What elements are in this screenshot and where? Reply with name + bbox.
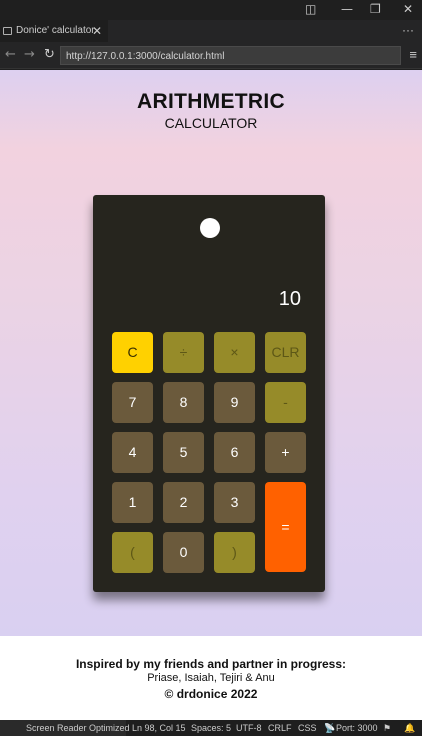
eight-button[interactable]: 8: [163, 382, 204, 423]
url-input[interactable]: http://127.0.0.1:3000/calculator.html: [60, 46, 401, 65]
screen-reader-status[interactable]: Screen Reader Optimized: [0, 720, 130, 736]
left-paren-button[interactable]: (: [112, 532, 153, 573]
port-status[interactable]: Port: 3000: [336, 720, 378, 736]
status-bar: Screen Reader Optimized Ln 98, Col 15 Sp…: [0, 720, 422, 736]
tab-close-icon[interactable]: ✕: [92, 20, 102, 42]
footer-inspired-text: Inspired by my friends and partner in pr…: [75, 657, 347, 671]
multiply-button[interactable]: ×: [214, 332, 255, 373]
eol-status[interactable]: CRLF: [268, 720, 292, 736]
indent-status[interactable]: Spaces: 5: [191, 720, 231, 736]
calculator: 10 C ÷ × CLR 7 8 9 - 4 5 6 + 1 2 3 = ( 0…: [93, 195, 325, 592]
encoding-status[interactable]: UTF-8: [236, 720, 262, 736]
equals-button[interactable]: =: [265, 482, 306, 572]
more-actions-icon[interactable]: ···: [402, 20, 414, 40]
right-paren-button[interactable]: ): [214, 532, 255, 573]
browser-tab-icon: [3, 27, 12, 35]
nine-button[interactable]: 9: [214, 382, 255, 423]
page-title: ARITHMETRIC: [137, 90, 285, 113]
page-viewport: ARITHMETRIC CALCULATOR 10 C ÷ × CLR 7 8 …: [0, 70, 422, 636]
two-button[interactable]: 2: [163, 482, 204, 523]
page-footer: Inspired by my friends and partner in pr…: [0, 636, 422, 720]
cursor-position-status[interactable]: Ln 98, Col 15: [132, 720, 186, 736]
menu-icon[interactable]: ≡: [409, 47, 417, 62]
back-arrow-icon[interactable]: ←: [5, 47, 16, 63]
broadcast-icon: 📡: [324, 723, 336, 733]
bell-icon[interactable]: 🔔: [404, 720, 415, 736]
seven-button[interactable]: 7: [112, 382, 153, 423]
footer-names-text: Priase, Isaiah, Tejiri & Anu: [147, 672, 275, 684]
footer-copyright-text: © drdonice 2022: [164, 687, 258, 701]
feedback-icon[interactable]: ⚑: [383, 720, 391, 736]
three-button[interactable]: 3: [214, 482, 255, 523]
tab-donice-calculator[interactable]: Donice' calculator ✕: [0, 20, 108, 42]
address-bar: ← → ↻ http://127.0.0.1:3000/calculator.h…: [0, 42, 422, 69]
language-status[interactable]: CSS: [298, 720, 317, 736]
camera-dot: [200, 218, 220, 238]
clear-button[interactable]: C: [112, 332, 153, 373]
minimize-icon[interactable]: —: [341, 1, 353, 17]
zero-button[interactable]: 0: [163, 532, 204, 573]
five-button[interactable]: 5: [163, 432, 204, 473]
six-button[interactable]: 6: [214, 432, 255, 473]
layout-icon[interactable]: ◫: [305, 1, 316, 17]
page-subtitle: CALCULATOR: [164, 115, 258, 131]
restore-icon[interactable]: ❐: [370, 1, 381, 17]
minus-button[interactable]: -: [265, 382, 306, 423]
tab-bar: Donice' calculator ✕ ···: [0, 20, 422, 42]
window-titlebar: ◫ — ❐ ✕: [0, 0, 422, 20]
calculator-display: 10: [278, 288, 301, 310]
plus-button[interactable]: +: [265, 432, 306, 473]
one-button[interactable]: 1: [112, 482, 153, 523]
clr-button[interactable]: CLR: [265, 332, 306, 373]
close-icon[interactable]: ✕: [403, 1, 413, 17]
reload-icon[interactable]: ↻: [44, 47, 55, 63]
four-button[interactable]: 4: [112, 432, 153, 473]
forward-arrow-icon[interactable]: →: [24, 47, 35, 63]
divide-button[interactable]: ÷: [163, 332, 204, 373]
tab-title: Donice' calculator: [16, 25, 95, 36]
